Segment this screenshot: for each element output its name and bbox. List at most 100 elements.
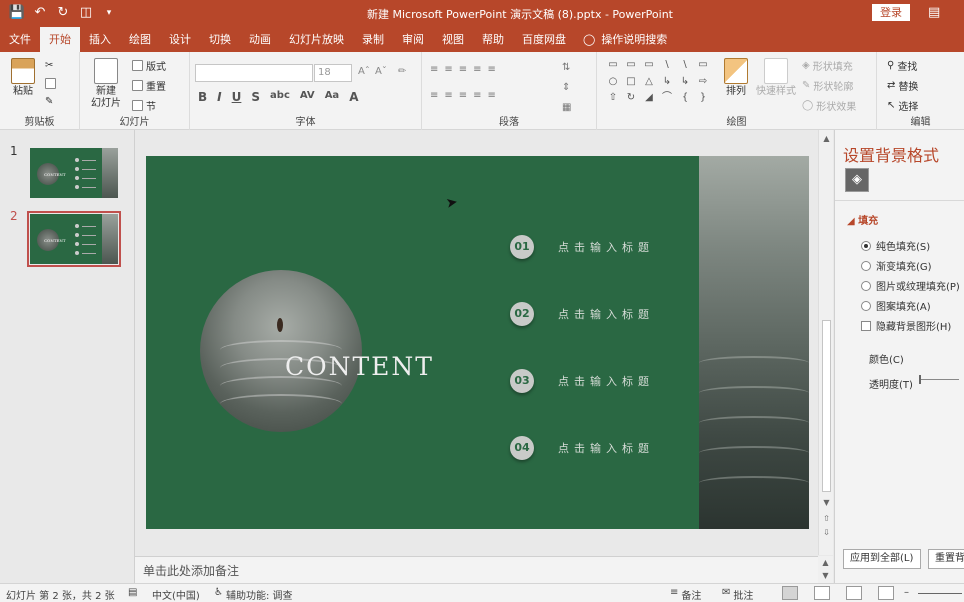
shape-outline-button[interactable]: ✎ 形状轮廓: [802, 78, 853, 93]
slide-sorter-button[interactable]: [814, 586, 830, 600]
save-icon[interactable]: 💾: [8, 5, 26, 20]
tab-file[interactable]: 文件: [0, 27, 40, 52]
font-color-icon[interactable]: A: [349, 90, 358, 104]
slide-scrollbar[interactable]: ▲ ▼ ⇧ ⇩: [818, 130, 833, 555]
proofing-icon[interactable]: ▤: [128, 587, 137, 598]
radio-button[interactable]: [861, 240, 871, 251]
fill-icon[interactable]: ◈: [845, 168, 869, 192]
start-from-beginning-icon[interactable]: ◫: [77, 5, 95, 20]
paste-button[interactable]: 粘贴: [8, 58, 38, 98]
shape-effects-button[interactable]: ◯ 形状效果: [802, 98, 856, 113]
shape-fill-button[interactable]: ◈ 形状填充: [802, 58, 853, 73]
customize-qat-icon[interactable]: ▾: [100, 8, 118, 18]
tab-review[interactable]: 审阅: [393, 27, 433, 52]
strikethrough-icon[interactable]: abc: [270, 90, 290, 104]
water-photo[interactable]: [699, 156, 809, 529]
checkbox[interactable]: [861, 320, 871, 331]
copy-button[interactable]: [45, 78, 56, 89]
tab-draw[interactable]: 绘图: [120, 27, 160, 52]
increase-font-button[interactable]: Aˆ: [358, 66, 370, 77]
tab-home[interactable]: 开始: [40, 27, 80, 52]
replace-button[interactable]: ⇄ 替换: [887, 78, 918, 93]
radio-button[interactable]: [861, 300, 871, 311]
slide-title[interactable]: CONTENT: [285, 352, 434, 381]
fill-section-header[interactable]: ◢ 填充: [847, 212, 878, 227]
cut-button[interactable]: ✂: [45, 60, 53, 71]
prev-slide-icon[interactable]: ⇧: [819, 512, 834, 526]
text-direction-icon[interactable]: ⇅: [562, 62, 570, 73]
bold-icon[interactable]: B: [198, 90, 207, 104]
transparency-slider[interactable]: [919, 375, 959, 384]
clear-formatting-icon[interactable]: ✏: [398, 66, 406, 77]
item-title-placeholder[interactable]: 点击输入标题: [558, 239, 654, 255]
tab-animations[interactable]: 动画: [240, 27, 280, 52]
notes-scrollbar[interactable]: ▲ ▼: [818, 556, 833, 583]
undo-icon[interactable]: ↶: [31, 5, 49, 20]
new-slide-button[interactable]: 新建 幻灯片: [86, 58, 126, 110]
item-title-placeholder[interactable]: 点击输入标题: [558, 373, 654, 389]
scroll-down-icon[interactable]: ▼: [819, 496, 834, 510]
accessibility-indicator[interactable]: ♿ 辅助功能: 调查: [214, 587, 293, 602]
spacing-icon[interactable]: AV: [300, 90, 315, 104]
agenda-item-4[interactable]: 04 点击输入标题: [510, 436, 654, 460]
tab-baidu-netdisk[interactable]: 百度网盘: [513, 27, 575, 52]
zoom-slider[interactable]: [918, 593, 962, 594]
language-indicator[interactable]: 中文(中国): [152, 587, 200, 602]
notes-toggle[interactable]: ≡ 备注: [670, 587, 701, 602]
tab-insert[interactable]: 插入: [80, 27, 120, 52]
tab-help[interactable]: 帮助: [473, 27, 513, 52]
format-painter-button[interactable]: ✎: [45, 96, 53, 107]
slide-thumbnail-1[interactable]: CONTENT: [30, 148, 118, 198]
select-button[interactable]: ↖ 选择: [887, 98, 918, 113]
zoom-out-icon[interactable]: –: [904, 587, 909, 598]
normal-view-button[interactable]: [782, 586, 798, 600]
italic-icon[interactable]: I: [217, 90, 221, 104]
ribbon-display-options-icon[interactable]: ▤: [928, 5, 940, 20]
circle-photo[interactable]: [200, 270, 362, 432]
notes-area[interactable]: 单击此处添加备注: [135, 556, 818, 583]
tell-me-search[interactable]: ◯ 操作说明搜索: [575, 27, 676, 52]
apply-to-all-button[interactable]: 应用到全部(L): [843, 549, 921, 569]
quick-styles-button[interactable]: 快速样式: [755, 58, 797, 98]
gradient-fill-option[interactable]: 渐变填充(G): [861, 258, 932, 273]
item-title-placeholder[interactable]: 点击输入标题: [558, 440, 654, 456]
layout-button[interactable]: 版式: [132, 58, 166, 73]
slide-canvas[interactable]: CONTENT 01 点击输入标题 02 点击输入标题 03 点击输入标题 04…: [146, 156, 809, 529]
agenda-item-3[interactable]: 03 点击输入标题: [510, 369, 654, 393]
tab-view[interactable]: 视图: [433, 27, 473, 52]
shapes-gallery[interactable]: ▭ ▭ ▭ \ \ ▭ ○ □ △ ↳ ↳ ⇨ ⇧ ↻ ◢ ⌒{}: [605, 58, 707, 106]
picture-fill-option[interactable]: 图片或纹理填充(P): [861, 278, 960, 293]
arrange-button[interactable]: 排列: [719, 58, 753, 98]
section-button[interactable]: 节: [132, 98, 156, 113]
list-buttons[interactable]: ≡≡≡≡≡: [430, 64, 502, 75]
tab-design[interactable]: 设计: [160, 27, 200, 52]
tab-record[interactable]: 录制: [353, 27, 393, 52]
next-slide-icon[interactable]: ⇩: [819, 526, 834, 540]
redo-icon[interactable]: ↻: [54, 5, 72, 20]
underline-icon[interactable]: U: [232, 90, 242, 104]
reset-background-button[interactable]: 重置背: [928, 549, 964, 569]
comments-toggle[interactable]: ✉ 批注: [722, 587, 753, 602]
item-title-placeholder[interactable]: 点击输入标题: [558, 306, 654, 322]
smartart-icon[interactable]: ▦: [562, 102, 571, 113]
scroll-up-icon[interactable]: ▲: [819, 132, 834, 146]
align-text-icon[interactable]: ⇕: [562, 82, 570, 93]
pattern-fill-option[interactable]: 图案填充(A): [861, 298, 931, 313]
hide-background-checkbox[interactable]: 隐藏背景图形(H): [861, 318, 951, 333]
agenda-item-2[interactable]: 02 点击输入标题: [510, 302, 654, 326]
find-button[interactable]: ⚲ 查找: [887, 58, 917, 73]
agenda-item-1[interactable]: 01 点击输入标题: [510, 235, 654, 259]
font-size-box[interactable]: 18: [314, 64, 352, 82]
scroll-thumb[interactable]: [822, 320, 831, 492]
radio-button[interactable]: [861, 280, 871, 291]
reset-button[interactable]: 重置: [132, 78, 166, 93]
slideshow-view-button[interactable]: [878, 586, 894, 600]
tab-transitions[interactable]: 切换: [200, 27, 240, 52]
reading-view-button[interactable]: [846, 586, 862, 600]
radio-button[interactable]: [861, 260, 871, 271]
decrease-font-button[interactable]: Aˇ: [375, 66, 387, 77]
tab-slideshow[interactable]: 幻灯片放映: [280, 27, 353, 52]
shadow-icon[interactable]: S: [251, 90, 260, 104]
slide-thumbnail-2[interactable]: CONTENT: [27, 211, 121, 267]
case-icon[interactable]: Aa: [325, 90, 340, 104]
